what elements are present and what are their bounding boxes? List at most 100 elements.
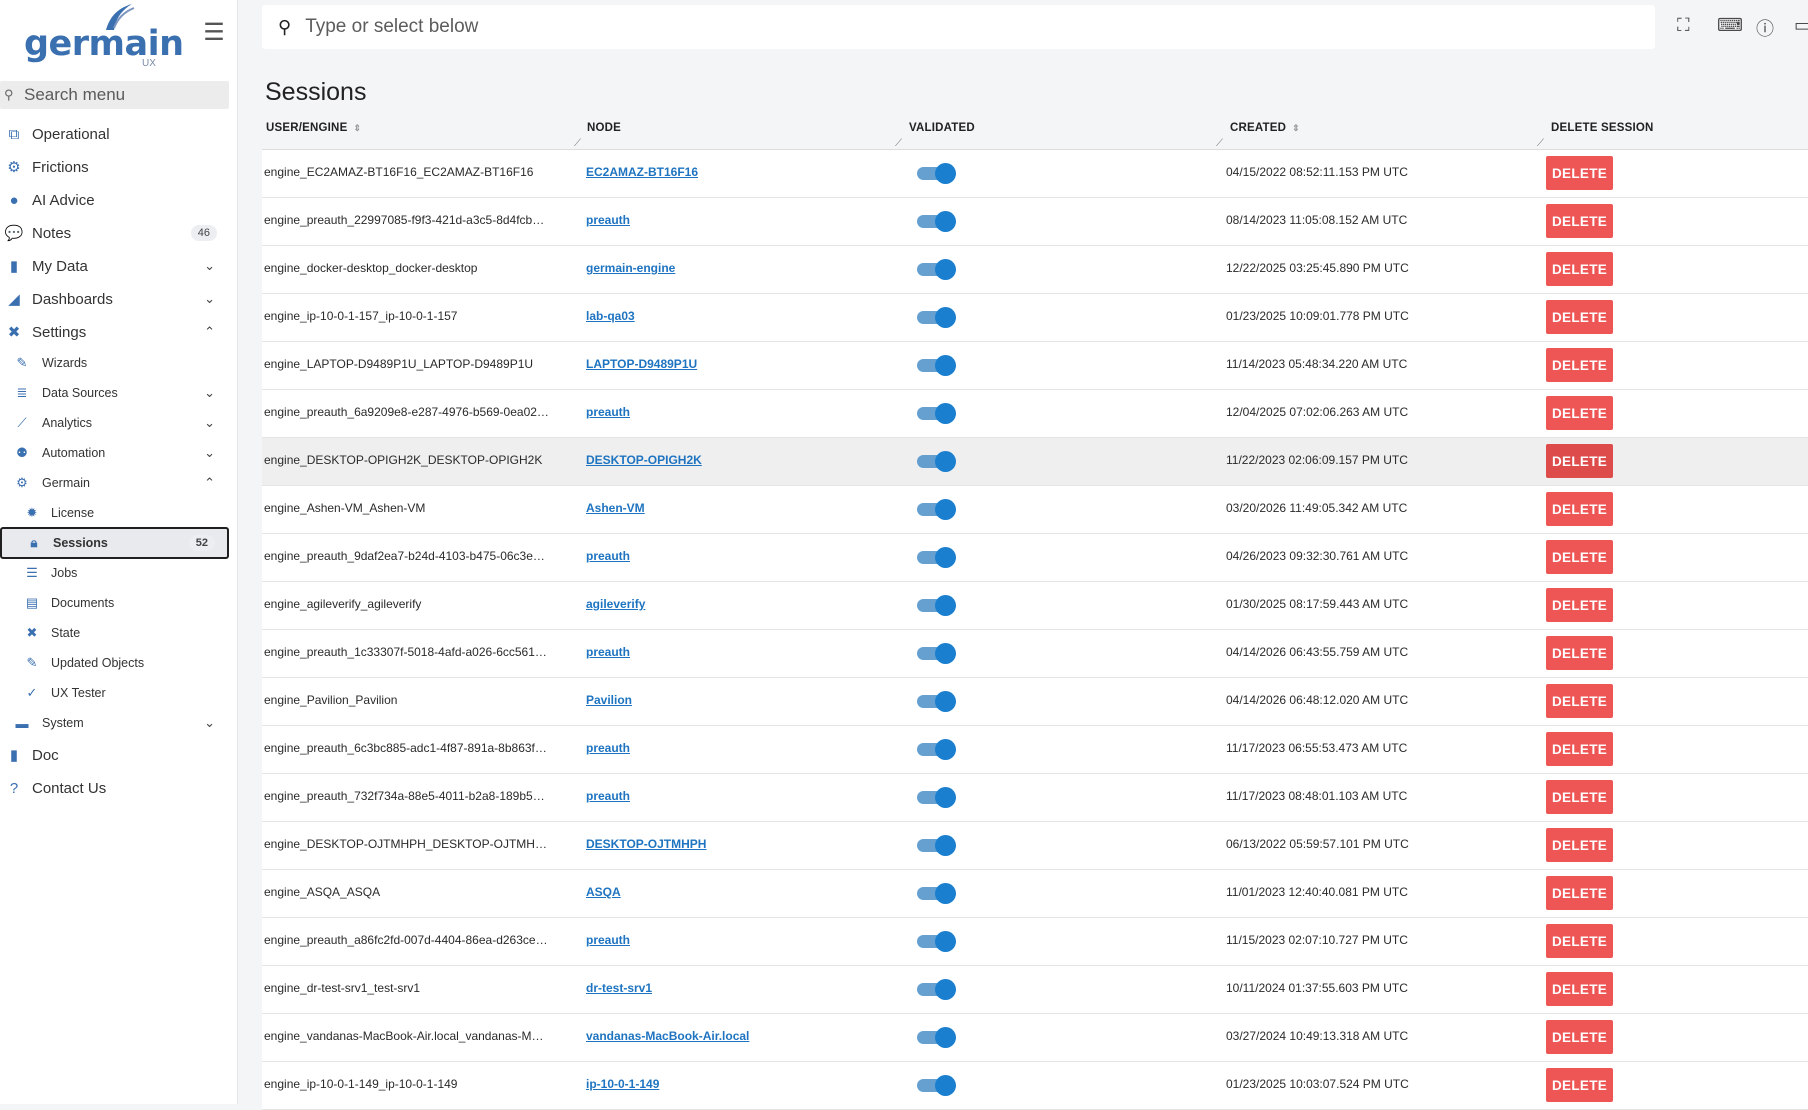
delete-session-button[interactable]: DELETE bbox=[1546, 732, 1613, 766]
menu-search-input[interactable] bbox=[22, 84, 226, 106]
sidebar-item-operational[interactable]: ⧉ Operational bbox=[0, 119, 229, 149]
presentation-icon[interactable]: ⌨ bbox=[1717, 15, 1743, 36]
top-search-input[interactable] bbox=[303, 15, 1508, 39]
sidebar-item-notes[interactable]: 💬 Notes 46 bbox=[0, 218, 229, 248]
node-link[interactable]: DESKTOP-OJTMHPH bbox=[586, 837, 706, 851]
delete-session-button[interactable]: DELETE bbox=[1546, 204, 1613, 238]
node-link[interactable]: preauth bbox=[586, 405, 630, 419]
validated-toggle[interactable] bbox=[917, 163, 956, 184]
delete-session-button[interactable]: DELETE bbox=[1546, 684, 1613, 718]
node-link[interactable]: vandanas-MacBook-Air.local bbox=[586, 1029, 749, 1043]
node-link[interactable]: Pavilion bbox=[586, 693, 632, 707]
sidebar-item-documents[interactable]: ▤ Documents bbox=[0, 590, 229, 616]
validated-toggle[interactable] bbox=[917, 259, 956, 280]
node-link[interactable]: DESKTOP-OPIGH2K bbox=[586, 453, 702, 467]
sidebar-item-wizards[interactable]: ✎ Wizards bbox=[0, 350, 229, 376]
validated-toggle[interactable] bbox=[917, 1027, 956, 1048]
sort-icon[interactable]: ⇕ bbox=[353, 123, 361, 133]
validated-toggle[interactable] bbox=[917, 931, 956, 952]
node-link[interactable]: LAPTOP-D9489P1U bbox=[586, 357, 697, 371]
column-resize-handle[interactable]: ⟋ bbox=[574, 138, 581, 149]
sidebar-item-settings[interactable]: ✖ Settings ⌃ bbox=[0, 317, 229, 347]
chat-icon[interactable]: ▭ bbox=[1794, 15, 1808, 36]
delete-session-button[interactable]: DELETE bbox=[1546, 588, 1613, 622]
delete-session-button[interactable]: DELETE bbox=[1546, 828, 1613, 862]
node-link[interactable]: ASQA bbox=[586, 885, 621, 899]
validated-toggle[interactable] bbox=[917, 499, 956, 520]
sort-icon[interactable]: ⇕ bbox=[1292, 123, 1300, 133]
node-link[interactable]: ip-10-0-1-149 bbox=[586, 1077, 659, 1091]
node-link[interactable]: EC2AMAZ-BT16F16 bbox=[586, 165, 698, 179]
sidebar-item-jobs[interactable]: ☰ Jobs bbox=[0, 560, 229, 586]
validated-toggle[interactable] bbox=[917, 403, 956, 424]
sidebar-item-ux-tester[interactable]: ✓ UX Tester bbox=[0, 680, 229, 706]
node-link[interactable]: preauth bbox=[586, 741, 630, 755]
validated-toggle[interactable] bbox=[917, 883, 956, 904]
node-link[interactable]: preauth bbox=[586, 645, 630, 659]
delete-session-button[interactable]: DELETE bbox=[1546, 780, 1613, 814]
sidebar-item-license[interactable]: ✹ License bbox=[0, 500, 229, 526]
node-link[interactable]: preauth bbox=[586, 213, 630, 227]
delete-session-button[interactable]: DELETE bbox=[1546, 1068, 1613, 1102]
node-link[interactable]: preauth bbox=[586, 789, 630, 803]
validated-toggle[interactable] bbox=[917, 547, 956, 568]
column-resize-handle[interactable]: ⟋ bbox=[895, 138, 902, 149]
validated-toggle[interactable] bbox=[917, 787, 956, 808]
delete-session-button[interactable]: DELETE bbox=[1546, 156, 1613, 190]
sidebar-item-data-sources[interactable]: ≣ Data Sources ⌄ bbox=[0, 380, 229, 406]
validated-toggle[interactable] bbox=[917, 691, 956, 712]
node-link[interactable]: preauth bbox=[586, 549, 630, 563]
delete-session-button[interactable]: DELETE bbox=[1546, 876, 1613, 910]
validated-toggle[interactable] bbox=[917, 835, 956, 856]
sidebar-item-germain[interactable]: ⚙ Germain ⌃ bbox=[0, 470, 229, 496]
delete-session-button[interactable]: DELETE bbox=[1546, 972, 1613, 1006]
column-resize-handle[interactable]: ⟋ bbox=[1216, 138, 1223, 149]
sidebar-item-state[interactable]: ✖ State bbox=[0, 620, 229, 646]
sidebar-item-my-data[interactable]: ▮ My Data ⌄ bbox=[0, 251, 229, 281]
validated-toggle[interactable] bbox=[917, 1075, 956, 1096]
delete-session-button[interactable]: DELETE bbox=[1546, 636, 1613, 670]
validated-toggle[interactable] bbox=[917, 979, 956, 1000]
sidebar-item-frictions[interactable]: ⚙ Frictions bbox=[0, 152, 229, 182]
fullscreen-icon[interactable]: ⛶ bbox=[1677, 15, 1690, 36]
validated-toggle[interactable] bbox=[917, 595, 956, 616]
delete-session-button[interactable]: DELETE bbox=[1546, 300, 1613, 334]
delete-session-button[interactable]: DELETE bbox=[1546, 924, 1613, 958]
sidebar-item-ai-advice[interactable]: ● AI Advice bbox=[0, 185, 229, 215]
node-link[interactable]: lab-qa03 bbox=[586, 309, 635, 323]
validated-toggle[interactable] bbox=[917, 643, 956, 664]
sidebar-item-dashboards[interactable]: ◢ Dashboards ⌄ bbox=[0, 284, 229, 314]
sidebar-item-doc[interactable]: ▮ Doc bbox=[0, 740, 229, 770]
sidebar-item-updated-objects[interactable]: ✎ Updated Objects bbox=[0, 650, 229, 676]
column-header-created[interactable]: CREATED ⇕ bbox=[1230, 122, 1300, 134]
node-link[interactable]: preauth bbox=[586, 933, 630, 947]
validated-toggle[interactable] bbox=[917, 355, 956, 376]
sidebar-item-automation[interactable]: ⚉ Automation ⌄ bbox=[0, 440, 229, 466]
delete-session-button[interactable]: DELETE bbox=[1546, 540, 1613, 574]
delete-session-button[interactable]: DELETE bbox=[1546, 444, 1613, 478]
germain-logo[interactable]: germain UX bbox=[24, 2, 184, 72]
validated-toggle[interactable] bbox=[917, 307, 956, 328]
validated-toggle[interactable] bbox=[917, 211, 956, 232]
node-link[interactable]: Ashen-VM bbox=[586, 501, 645, 515]
hamburger-menu-icon[interactable]: ☰ bbox=[202, 21, 226, 45]
delete-session-button[interactable]: DELETE bbox=[1546, 348, 1613, 382]
delete-session-button[interactable]: DELETE bbox=[1546, 1020, 1613, 1054]
node-link[interactable]: agileverify bbox=[586, 597, 645, 611]
validated-toggle[interactable] bbox=[917, 739, 956, 760]
info-icon[interactable]: ⓘ bbox=[1756, 15, 1774, 41]
node-link[interactable]: dr-test-srv1 bbox=[586, 981, 652, 995]
delete-session-button[interactable]: DELETE bbox=[1546, 252, 1613, 286]
column-header-validated[interactable]: VALIDATED bbox=[909, 122, 975, 134]
sidebar-item-system[interactable]: ▬ System ⌄ bbox=[0, 710, 229, 736]
node-link[interactable]: germain-engine bbox=[586, 261, 675, 275]
column-header-node[interactable]: NODE bbox=[587, 122, 621, 134]
delete-session-button[interactable]: DELETE bbox=[1546, 396, 1613, 430]
validated-toggle[interactable] bbox=[917, 451, 956, 472]
sidebar-item-analytics[interactable]: ⟋ Analytics ⌄ bbox=[0, 410, 229, 436]
sidebar-item-contact-us[interactable]: ? Contact Us bbox=[0, 773, 229, 803]
column-header-user[interactable]: USER/ENGINE ⇕ bbox=[266, 122, 361, 134]
sidebar-item-sessions[interactable]: 🔒︎ Sessions 52 bbox=[0, 527, 229, 559]
delete-session-button[interactable]: DELETE bbox=[1546, 492, 1613, 526]
column-resize-handle[interactable]: ⟋ bbox=[1537, 138, 1544, 149]
